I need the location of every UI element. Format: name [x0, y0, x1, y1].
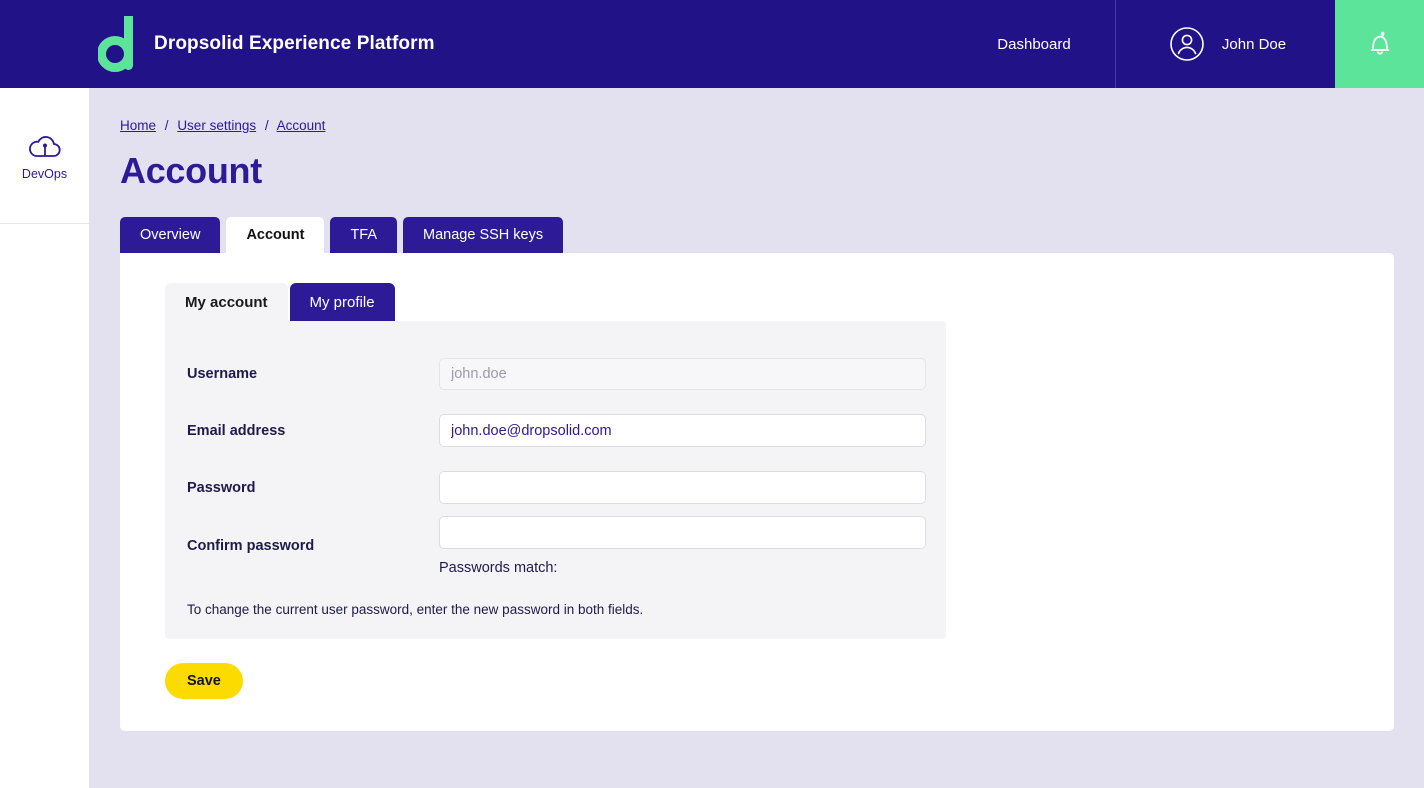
secondary-tabs: My account My profile [165, 283, 1394, 321]
bell-icon [1363, 27, 1397, 61]
tab-account[interactable]: Account [226, 217, 325, 253]
tab-label: TFA [350, 227, 378, 243]
sidebar-item-label: DevOps [21, 166, 68, 181]
form-row-username: Username [187, 345, 926, 402]
dropsolid-d-logo-icon [97, 16, 140, 72]
save-button[interactable]: Save [165, 663, 243, 699]
brand: Dropsolid Experience Platform [0, 0, 435, 88]
subtab-label: My profile [309, 293, 375, 311]
primary-tabs: Overview Account TFA Manage SSH keys [120, 217, 1424, 253]
breadcrumb-item-account[interactable]: Account [277, 118, 326, 133]
confirm-password-field[interactable] [439, 516, 926, 549]
tab-tfa[interactable]: TFA [330, 217, 398, 253]
form-row-password: Password [187, 459, 926, 516]
breadcrumb-item-home[interactable]: Home [120, 118, 156, 133]
subtab-label: My account [185, 293, 268, 311]
email-label: Email address [187, 422, 286, 439]
nav-user-name: John Doe [1221, 35, 1287, 53]
user-circle-icon [1165, 22, 1209, 66]
breadcrumb-separator: / [264, 118, 269, 133]
password-helper-text: To change the current user password, ent… [187, 602, 644, 617]
cloud-download-icon [25, 131, 65, 163]
password-field[interactable] [439, 471, 926, 504]
account-form: Username Email address Password Confirm … [165, 321, 946, 639]
username-control [439, 357, 926, 390]
passwords-match-status: Passwords match: [439, 560, 558, 576]
username-input [439, 357, 926, 390]
username-label: Username [187, 365, 258, 382]
tab-label: Manage SSH keys [423, 227, 544, 243]
tab-manage-ssh-keys[interactable]: Manage SSH keys [403, 217, 564, 253]
breadcrumb-item-user-settings[interactable]: User settings [177, 118, 256, 133]
subtab-my-profile[interactable]: My profile [289, 283, 395, 321]
brand-title: Dropsolid Experience Platform [154, 33, 435, 54]
subtab-my-account[interactable]: My account [165, 283, 288, 321]
notifications-button[interactable] [1335, 0, 1424, 88]
email-control [439, 414, 926, 447]
header-spacer [435, 0, 953, 88]
page-title: Account [120, 150, 262, 191]
nav-dashboard-label: Dashboard [997, 35, 1071, 53]
confirm-password-label: Confirm password [187, 538, 315, 554]
password-control [439, 471, 926, 504]
left-sidebar: DevOps [0, 88, 89, 788]
breadcrumb-separator: / [164, 118, 169, 133]
main-content: Home / User settings / Account Account O… [89, 88, 1424, 788]
nav-user-menu[interactable]: John Doe [1116, 0, 1335, 88]
form-row-email: Email address [187, 402, 926, 459]
email-field[interactable] [439, 414, 926, 447]
tab-label: Overview [140, 227, 201, 243]
sidebar-item-devops[interactable]: DevOps [0, 88, 89, 224]
breadcrumb: Home / User settings / Account [120, 88, 1424, 133]
form-row-confirm-password: Confirm password Passwords match: [187, 516, 926, 576]
tab-overview[interactable]: Overview [120, 217, 221, 253]
confirm-password-control: Passwords match: [439, 516, 926, 576]
nav-dashboard-link[interactable]: Dashboard [953, 0, 1116, 88]
app-header: Dropsolid Experience Platform Dashboard … [0, 0, 1424, 88]
content-card: My account My profile Username Email add… [120, 253, 1394, 731]
tab-label: Account [246, 227, 305, 243]
password-label: Password [187, 479, 256, 496]
